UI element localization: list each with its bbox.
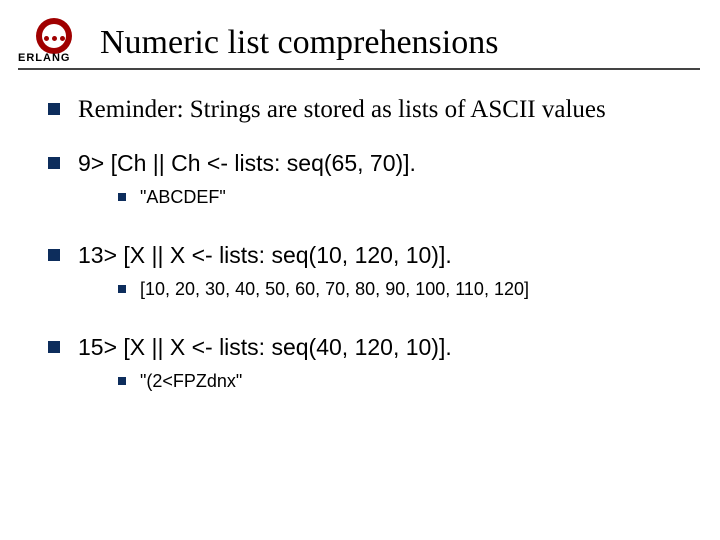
list-item-text: 9> [Ch || Ch <- lists: seq(65, 70)]. <box>78 150 680 177</box>
square-bullet-icon <box>48 103 60 115</box>
list-item-text: Reminder: Strings are stored as lists of… <box>78 96 606 124</box>
erlang-logo: ERLANG <box>18 18 90 64</box>
list-subitem: "ABCDEF" <box>118 187 680 208</box>
square-bullet-icon <box>48 157 60 169</box>
slide-title: Numeric list comprehensions <box>100 24 498 64</box>
list-item-text: 13> [X || X <- lists: seq(10, 120, 10)]. <box>78 242 680 269</box>
square-bullet-icon <box>48 249 60 261</box>
list-item: 15> [X || X <- lists: seq(40, 120, 10)].… <box>48 334 680 400</box>
slide-content: Reminder: Strings are stored as lists of… <box>0 70 720 400</box>
logo-text: ERLANG <box>18 52 70 64</box>
square-bullet-icon <box>118 285 126 293</box>
list-subitem: [10, 20, 30, 40, 50, 60, 70, 80, 90, 100… <box>118 279 680 300</box>
list-subitem-text: "ABCDEF" <box>140 187 226 208</box>
slide-header: ERLANG Numeric list comprehensions <box>0 0 720 64</box>
list-item: Reminder: Strings are stored as lists of… <box>48 96 680 124</box>
list-subitem-text: "(2<FPZdnx" <box>140 371 242 392</box>
logo-dots-icon <box>44 36 65 41</box>
list-item: 9> [Ch || Ch <- lists: seq(65, 70)]. "AB… <box>48 150 680 216</box>
list-subitem: "(2<FPZdnx" <box>118 371 680 392</box>
square-bullet-icon <box>118 193 126 201</box>
square-bullet-icon <box>48 341 60 353</box>
square-bullet-icon <box>118 377 126 385</box>
list-subitem-text: [10, 20, 30, 40, 50, 60, 70, 80, 90, 100… <box>140 279 529 300</box>
list-item: 13> [X || X <- lists: seq(10, 120, 10)].… <box>48 242 680 308</box>
list-item-text: 15> [X || X <- lists: seq(40, 120, 10)]. <box>78 334 680 361</box>
